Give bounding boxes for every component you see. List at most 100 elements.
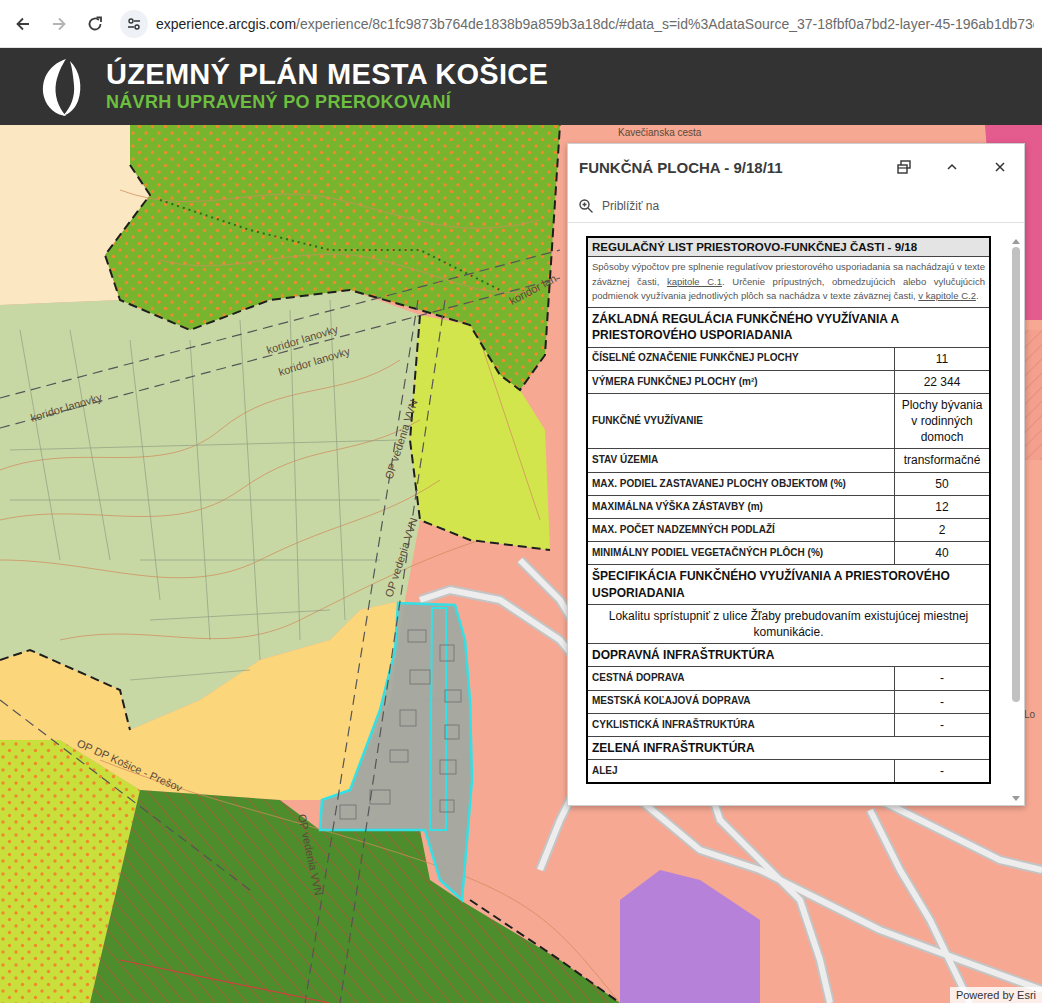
note-row: Spôsoby výpočtov pre splnenie regulatívo…: [587, 257, 990, 308]
map-label: koridor lanovky: [29, 391, 104, 424]
row-value: -: [895, 760, 991, 784]
back-button[interactable]: [8, 9, 38, 39]
url-text: experience.arcgis.com/experience/8c1fc98…: [156, 16, 1034, 32]
sheet-row: VÝMERA FUNKČNEJ PLOCHY (m²)22 344: [587, 370, 990, 393]
scroll-up-icon[interactable]: [1012, 239, 1020, 244]
contour-line: [0, 420, 420, 520]
contour-line: [0, 480, 440, 578]
greenery-area: [410, 315, 550, 550]
row-value: 40: [895, 542, 991, 565]
parcel-line: [20, 330, 60, 560]
spec-row: Lokalitu sprístupniť z ulice Žľaby prebu…: [587, 604, 990, 643]
section-heading: ZELENÁ INFRAŠTRUKTÚRA: [587, 736, 990, 759]
section-heading: DOPRAVNÁ INFRAŠTRUKTÚRA: [587, 644, 990, 667]
kosice-logo-icon: [36, 55, 86, 119]
scroll-thumb[interactable]: [1012, 247, 1020, 702]
sheet-row: FUNKČNÉ VYUŽÍVANIEPlochy bývania v rodin…: [587, 393, 990, 449]
road: [640, 800, 1042, 990]
row-value: 22 344: [895, 370, 991, 393]
close-button[interactable]: [986, 153, 1014, 181]
site-info-button[interactable]: [120, 10, 148, 38]
row-value: Plochy bývania v rodinných domoch: [895, 393, 991, 449]
regulation-sheet: REGULAČNÝ LIST PRIESTOROVO-FUNKČNEJ ČAST…: [586, 236, 991, 784]
cable-car-corridor: [0, 250, 560, 398]
reload-icon: [86, 15, 104, 33]
building: [408, 630, 426, 642]
contour-line: [0, 360, 400, 470]
row-label: CESTNÁ DOPRAVA: [587, 667, 895, 690]
row-label: MINIMÁLNY PODIEL VEGETAČNÝCH PLÔCH (%): [587, 542, 895, 565]
popup-title: FUNKČNÁ PLOCHA - 9/18/11: [579, 159, 783, 176]
building: [440, 645, 454, 661]
row-label: ČÍSELNÉ OZNAČENIE FUNKČNEJ PLOCHY: [587, 347, 895, 370]
close-icon: [993, 160, 1007, 174]
building: [445, 725, 459, 739]
map-label: OP vedenia VVN: [296, 813, 325, 897]
parcel-line: [240, 320, 260, 660]
sheet-row: CESTNÁ DOPRAVA-: [587, 667, 990, 690]
road-fill: [640, 800, 1042, 990]
header-titles: ÚZEMNÝ PLÁN MESTA KOŠICENÁVRH UPRAVENÝ P…: [106, 59, 548, 113]
building: [410, 670, 430, 684]
red-line: [120, 960, 330, 1003]
building: [440, 800, 454, 812]
plot-strip: [430, 608, 446, 830]
sheet-title: REGULAČNÝ LIST PRIESTOROVO-FUNKČNEJ ČAST…: [587, 237, 990, 257]
note-text: .: [976, 290, 979, 301]
row-label: FUNKČNÉ VYUŽÍVANIE: [587, 393, 895, 449]
parcel-line: [150, 610, 330, 620]
contour-line: [480, 340, 540, 520]
sheet-container: REGULAČNÝ LIST PRIESTOROVO-FUNKČNEJ ČAST…: [568, 223, 1010, 805]
road-fill: [870, 810, 970, 1003]
row-label: MAX. PODIEL ZASTAVANEJ PLOCHY OBJEKTOM (…: [587, 472, 895, 495]
row-label: ALEJ: [587, 760, 895, 784]
sheet-row: MAXIMÁLNA VÝŠKA ZÁSTAVBY (m)12: [587, 495, 990, 518]
sheet-row: MAX. POČET NADZEMNÝCH PODLAŽÍ2: [587, 519, 990, 542]
scroll-down-icon[interactable]: [1012, 796, 1020, 801]
row-value: 11: [895, 347, 991, 370]
row-value: transformačné: [895, 449, 991, 472]
chapter-link[interactable]: v kapitole C.2: [918, 290, 976, 301]
cable-car-corridor: [0, 278, 560, 428]
row-label: MAXIMÁLNA VÝŠKA ZÁSTAVBY (m): [587, 495, 895, 518]
power-line: [305, 300, 418, 1003]
parcel-line: [70, 330, 110, 560]
reload-button[interactable]: [80, 9, 110, 39]
section-heading: ŠPECIFIKÁCIA FUNKČNÉHO VYUŽÍVANIA A PRIE…: [587, 565, 990, 604]
dock-button[interactable]: [890, 153, 918, 181]
row-value: -: [895, 667, 991, 690]
app-header: ÚZEMNÝ PLÁN MESTA KOŠICENÁVRH UPRAVENÝ P…: [0, 48, 1042, 125]
map[interactable]: Kavečianska cesta koridor lanovky koridor …: [0, 125, 1042, 1003]
forest-border: [160, 200, 500, 290]
collapse-button[interactable]: [938, 153, 966, 181]
scrollbar[interactable]: [1010, 223, 1022, 805]
sheet-row: MINIMÁLNY PODIEL VEGETAČNÝCH PLÔCH (%)40: [587, 542, 990, 565]
row-value: 2: [895, 519, 991, 542]
zoom-to-button[interactable]: Priblížiť na: [568, 190, 1024, 223]
map-label: OP vedenia VVN: [382, 398, 419, 481]
sheet-row: STAV ÚZEMIAtransformačné: [587, 449, 990, 472]
section-row: ZELENÁ INFRAŠTRUKTÚRA: [587, 736, 990, 759]
chapter-link[interactable]: kapitole C.1: [667, 276, 722, 287]
chevron-up-icon: [945, 160, 959, 174]
sheet-row: ALEJ-: [587, 760, 990, 784]
selected-plot[interactable]: [320, 603, 472, 900]
row-value: -: [895, 690, 991, 713]
power-line: [340, 300, 445, 1003]
forward-button[interactable]: [44, 9, 74, 39]
building: [440, 760, 456, 774]
spec-text: Lokalitu sprístupniť z ulice Žľaby prebu…: [587, 604, 990, 643]
map-label: Kavečianska cesta: [618, 127, 702, 138]
row-value: 50: [895, 472, 991, 495]
address-bar[interactable]: experience.arcgis.com/experience/8c1fc98…: [120, 7, 1034, 41]
map-label: OP vedenia VVN: [382, 516, 419, 599]
sheet-row: CYKLISTICKÁ INFRAŠTRUKTÚRA-: [587, 713, 990, 736]
boundary-line: [0, 650, 130, 730]
parcel-line: [190, 340, 210, 640]
zoom-label: Priblížiť na: [602, 199, 659, 213]
contour-line: [160, 254, 540, 292]
map-label: koridor lan: [507, 272, 558, 307]
app-subtitle: NÁVRH UPRAVENÝ PO PREROKOVANÍ: [106, 92, 548, 114]
row-value: -: [895, 713, 991, 736]
parcel-line: [10, 500, 380, 501]
